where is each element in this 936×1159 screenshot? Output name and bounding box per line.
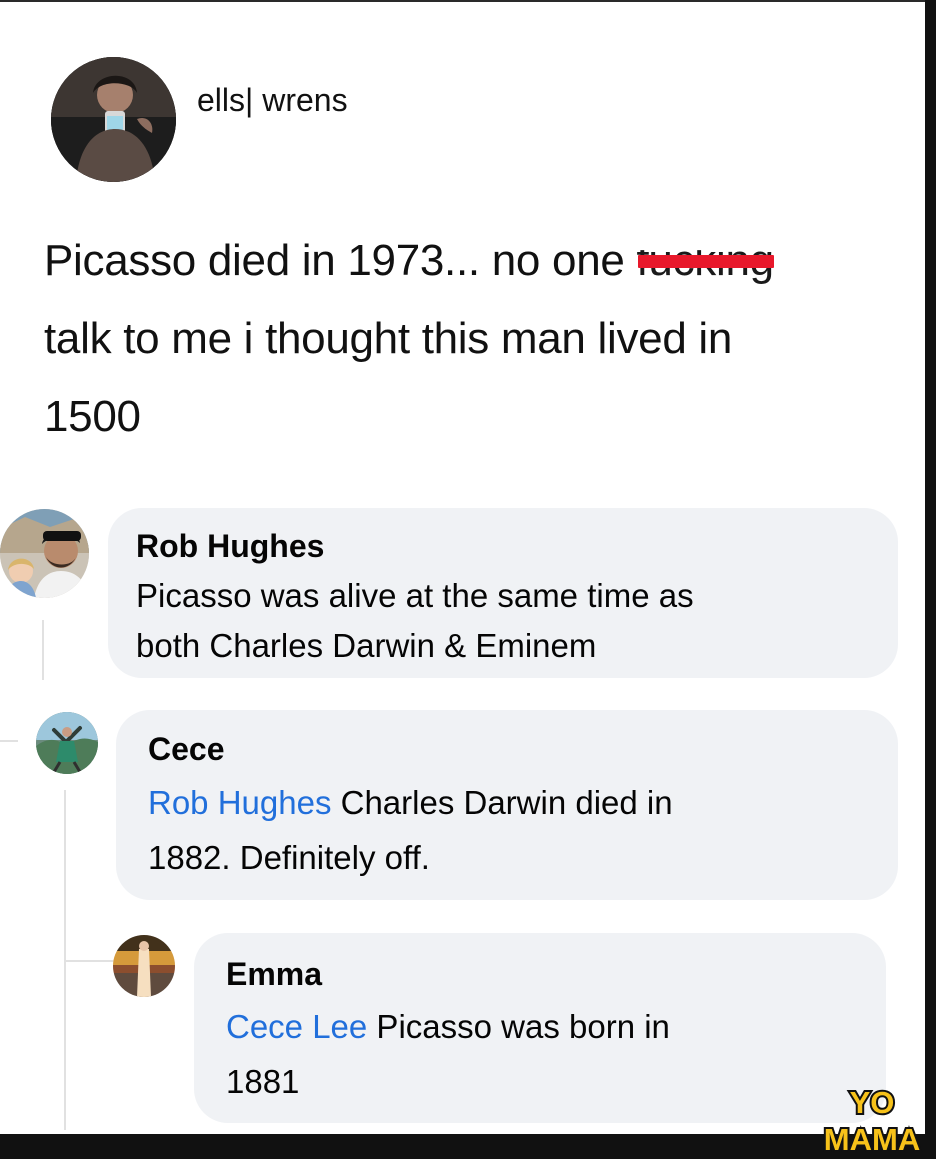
top-border (0, 0, 936, 2)
comment-author-emma[interactable]: Emma (226, 954, 322, 994)
right-border (925, 0, 936, 1159)
comment-text-line-2: 1881 (226, 1063, 300, 1100)
thread-line-upper (42, 620, 44, 680)
censored-word-wrap: fucking (636, 222, 774, 300)
screenshot-page: ells| wrens Picasso died in 1973... no o… (0, 0, 936, 1159)
comment-text-line-1: Picasso was alive at the same time as (136, 577, 694, 614)
comment-text-segment: Charles Darwin died in (331, 784, 673, 821)
mention-link-cece-lee[interactable]: Cece Lee (226, 1008, 367, 1045)
thread-line-branch-emma (64, 960, 114, 962)
thread-line-branch-cece (0, 740, 18, 742)
post-author-avatar[interactable] (51, 57, 176, 182)
watermark-logo-icon: YO MAMA (822, 1083, 922, 1156)
mention-link-rob-hughes[interactable]: Rob Hughes (148, 784, 331, 821)
post-body-text: Picasso died in 1973... no one fucking t… (44, 222, 864, 456)
rob-hughes-avatar[interactable] (0, 509, 89, 598)
post-text-line-2: talk to me i thought this man lived in (44, 314, 733, 363)
cece-avatar[interactable] (36, 712, 98, 774)
avatar-photo-icon (36, 712, 98, 774)
comment-text-line-2: both Charles Darwin & Eminem (136, 627, 597, 664)
comment-text-segment: Picasso was born in (367, 1008, 670, 1045)
censor-bar (638, 254, 774, 268)
watermark-line-1: YO (850, 1085, 895, 1120)
post-text-line-1: Picasso died in 1973... no one fucking (44, 222, 864, 300)
comment-text-line-1: Rob Hughes Charles Darwin died in (148, 778, 673, 828)
bottom-border (0, 1134, 936, 1159)
post-text-line-3: 1500 (44, 392, 141, 441)
emma-avatar[interactable] (113, 935, 175, 997)
comment-text-line-1: Cece Lee Picasso was born in (226, 1002, 670, 1052)
avatar-photo-icon (51, 57, 176, 182)
watermark-line-2: MAMA (824, 1122, 920, 1156)
comment-author-rob-hughes[interactable]: Rob Hughes (136, 526, 324, 566)
avatar-photo-icon (113, 935, 175, 997)
post-author-username[interactable]: ells| wrens (197, 80, 348, 120)
avatar-photo-icon (0, 509, 89, 598)
comment-text-line-2: 1882. Definitely off. (148, 839, 430, 876)
post-text-segment: Picasso died in 1973... no one (44, 236, 637, 285)
comment-author-cece[interactable]: Cece (148, 729, 225, 769)
yo-mama-watermark-logo: YO MAMA (812, 1080, 932, 1156)
